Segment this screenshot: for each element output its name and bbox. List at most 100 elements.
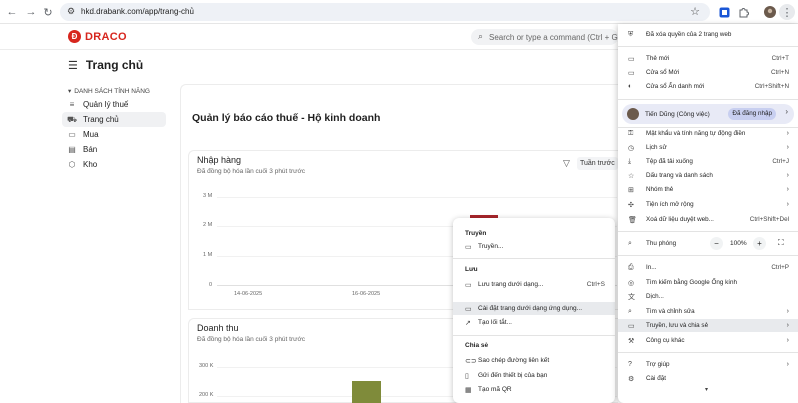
install-app-menu-item[interactable]: ▭ Cài đặt trang dưới dạng ứng dụng... — [453, 302, 615, 315]
sidebar-item-quan-ly-thue[interactable]: ≡ Quản lý thuế — [62, 97, 166, 112]
translate-menu-item[interactable]: 文 Dịch... — [618, 290, 798, 303]
settings-menu-item[interactable]: ⚙ Cài đặt — [618, 372, 798, 385]
zoom-row: ⌕ Thu phóng — [618, 237, 798, 250]
app-logo[interactable]: Đ DRACO — [68, 30, 127, 43]
logo-mark: Đ — [68, 30, 81, 43]
extensions-puzzle-icon[interactable] — [735, 4, 751, 20]
chrome-menu-button[interactable]: ⋮ — [779, 4, 795, 20]
profile-menu-item[interactable]: Tiến Dũng (Công việc) Đã đăng nhập › — [622, 104, 794, 124]
scroll-down-icon[interactable]: ▾ — [705, 386, 708, 393]
passwords-menu-item[interactable]: ⚿ Mật khẩu và tính năng tự động điền › — [618, 127, 798, 140]
sidebar-item-ban[interactable]: ▤ Bán — [62, 142, 166, 157]
period-select[interactable]: Tuần trước — [577, 157, 618, 170]
car-icon: ⛟ — [67, 114, 78, 124]
extensions-menu-item[interactable]: ✣ Tiện ích mở rộng › — [618, 198, 798, 211]
cast-save-share-submenu: Truyền ▭ Truyền... Lưu ▭ Lưu trang dưới … — [453, 218, 615, 403]
menu-item-label: Tạo mã QR — [478, 386, 512, 393]
profile-avatar[interactable] — [762, 4, 778, 20]
qr-code-menu-item[interactable]: ▦ Tạo mã QR — [453, 383, 615, 396]
new-window-menu-item[interactable]: ▭ Cửa sổ Mới Ctrl+N — [618, 66, 798, 79]
help-menu-item[interactable]: ? Trợ giúp › — [618, 358, 798, 371]
clear-data-menu-item[interactable]: 🗑 Xoá dữ liệu duyệt web... Ctrl+Shift+De… — [618, 213, 798, 226]
fullscreen-icon[interactable]: ⛶ — [778, 238, 784, 248]
sidebar-item-kho[interactable]: ⬡ Kho — [62, 157, 166, 172]
chevron-right-icon: › — [786, 361, 789, 368]
chart-bar[interactable] — [352, 381, 381, 403]
install-app-icon: ▭ — [465, 305, 472, 313]
divider — [618, 99, 798, 100]
filter-icon[interactable]: ▽ — [563, 158, 570, 169]
url-text[interactable]: hkd.drabank.com/app/trang-chủ — [81, 7, 194, 16]
google-lens-menu-item[interactable]: ◎ Tìm kiếm bằng Google Ống kính — [618, 276, 798, 289]
x-tick: 14-06-2025 — [234, 291, 263, 297]
send-to-device-menu-item[interactable]: ▯ Gửi đến thiết bị của bạn — [453, 369, 615, 382]
divider — [618, 46, 798, 47]
cast-menu-item[interactable]: ▭ Truyền... — [453, 240, 615, 253]
shortcut-label: Ctrl+T — [771, 55, 789, 62]
toolbox-icon: ⚒ — [628, 337, 635, 345]
bookmark-star-icon[interactable]: ☆ — [690, 5, 700, 18]
chart-subtitle: Đã đồng bộ hóa lần cuối 3 phút trước — [197, 168, 305, 175]
menu-item-label: Lịch sử — [646, 144, 667, 151]
logo-text: DRACO — [85, 30, 127, 43]
new-tab-menu-item[interactable]: ▭ Thẻ mới Ctrl+T — [618, 52, 798, 65]
search-input[interactable]: ⌕ Search or type a command (Ctrl + G) — [471, 29, 621, 45]
forward-icon[interactable]: → — [23, 4, 39, 20]
save-page-menu-item[interactable]: ▭ Lưu trang dưới dạng... Ctrl+S — [453, 278, 615, 291]
create-shortcut-menu-item[interactable]: ↗ Tạo lối tắt... — [453, 316, 615, 329]
tab-groups-menu-item[interactable]: ⊞ Nhóm thẻ › — [618, 183, 798, 196]
sidebar-heading[interactable]: ▾ DANH SÁCH TÍNH NĂNG — [62, 86, 166, 97]
site-permissions-notice[interactable]: ⛨ Đã xóa quyền của 2 trang web — [618, 28, 798, 41]
menu-item-label: Dấu trang và danh sách — [646, 172, 713, 179]
page-title: Trang chủ — [85, 58, 144, 72]
page-header: ☰ Trang chủ — [68, 58, 143, 72]
chevron-right-icon: › — [786, 186, 789, 193]
sidebar-item-trang-chu[interactable]: ⛟ Trang chủ — [62, 112, 166, 127]
site-info-icon[interactable]: ⚙ — [67, 6, 75, 17]
y-tick: 3 M — [203, 193, 213, 199]
sidebar-item-label: Bán — [83, 145, 98, 154]
app-header: Đ DRACO ⌕ Search or type a command (Ctrl… — [0, 24, 621, 50]
address-bar[interactable]: ⚙ hkd.drabank.com/app/trang-chủ ☆ — [60, 3, 710, 21]
downloads-menu-item[interactable]: ⤓ Tệp đã tải xuống Ctrl+J — [618, 155, 798, 168]
save-page-icon: ▭ — [465, 281, 472, 289]
puzzle-icon: ✣ — [628, 201, 634, 209]
chrome-main-menu: ⛨ Đã xóa quyền của 2 trang web ▭ Thẻ mới… — [618, 24, 798, 403]
chart-subtitle: Đã đồng bộ hóa lần cuối 3 phút trước — [197, 336, 305, 343]
gear-icon: ⚙ — [628, 375, 635, 383]
dashboard-title: Quản lý báo cáo thuế - Hộ kinh doanh — [192, 112, 381, 124]
copy-link-menu-item[interactable]: ⊂⊃ Sao chép đường liên kết — [453, 354, 615, 367]
zoom-out-button[interactable]: − — [710, 237, 723, 250]
find-edit-menu-item[interactable]: ⌕ Tìm và chỉnh sửa › — [618, 305, 798, 318]
signed-in-badge: Đã đăng nhập — [728, 108, 776, 120]
extension-icon[interactable] — [716, 4, 732, 20]
menu-item-label: Tệp đã tải xuống — [646, 158, 693, 165]
menu-item-label: In... — [646, 264, 657, 271]
key-icon: ⚿ — [628, 129, 634, 137]
send-device-icon: ▯ — [465, 372, 469, 380]
menu-toggle-icon[interactable]: ☰ — [68, 59, 78, 72]
shortcut-label: Ctrl+N — [770, 69, 789, 76]
back-icon[interactable]: ← — [4, 4, 20, 20]
zoom-in-button[interactable]: + — [753, 237, 766, 250]
menu-item-label: Gửi đến thiết bị của bạn — [478, 372, 548, 379]
y-tick: 300 K — [199, 363, 214, 369]
y-tick: 1 M — [203, 252, 213, 258]
menu-item-label: Truyền... — [478, 243, 504, 250]
reload-icon[interactable]: ↻ — [40, 4, 56, 20]
submenu-section-cast: Truyền — [465, 230, 487, 237]
list-icon: ≡ — [69, 100, 75, 109]
history-menu-item[interactable]: ◷ Lịch sử › — [618, 141, 798, 154]
more-tools-menu-item[interactable]: ⚒ Công cụ khác › — [618, 334, 798, 347]
cast-save-share-menu-item[interactable]: ▭ Truyền, lưu và chia sẻ › — [618, 319, 798, 332]
shortcut-icon: ↗ — [465, 319, 471, 327]
print-menu-item[interactable]: ⎙ In... Ctrl+P — [618, 261, 798, 274]
sidebar-item-mua[interactable]: ▭ Mua — [62, 127, 166, 142]
y-tick: 200 K — [199, 392, 214, 398]
bookmarks-menu-item[interactable]: ☆ Dấu trang và danh sách › — [618, 169, 798, 182]
menu-item-label: Mật khẩu và tính năng tự động điền — [646, 130, 746, 137]
menu-item-label: Tìm kiếm bằng Google Ống kính — [646, 279, 738, 286]
search-placeholder: Search or type a command (Ctrl + G) — [489, 33, 621, 42]
translate-icon: 文 — [628, 293, 635, 301]
incognito-menu-item[interactable]: ◐ Cửa sổ Ẩn danh mới Ctrl+Shift+N — [618, 80, 798, 93]
